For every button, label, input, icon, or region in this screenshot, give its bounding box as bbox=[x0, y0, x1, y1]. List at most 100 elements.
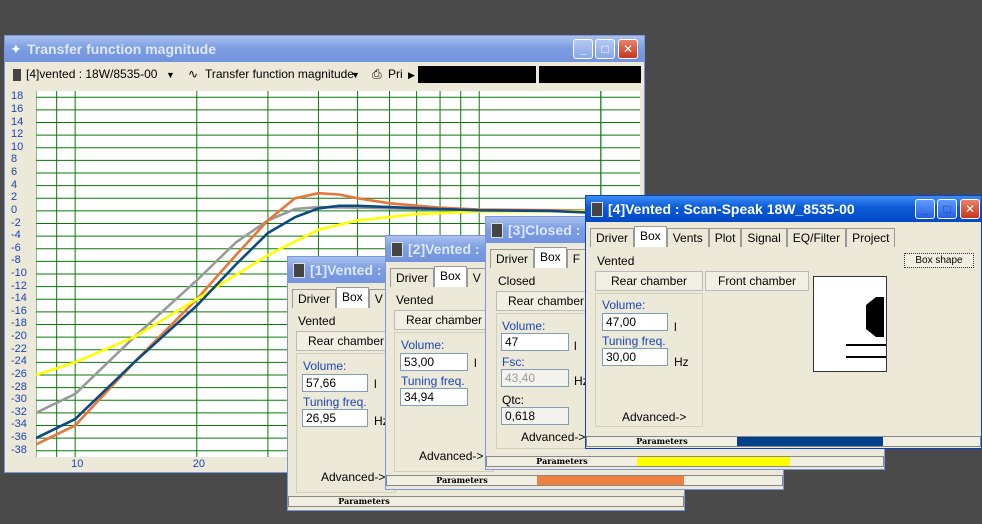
y-tick-label: -34 bbox=[11, 418, 27, 431]
close-button[interactable]: ✕ bbox=[618, 39, 638, 59]
y-tick-label: -4 bbox=[11, 229, 21, 242]
win4-title: [4]Vented : Scan-Speak 18W_8535-00 bbox=[608, 201, 855, 217]
window-icon bbox=[391, 242, 403, 257]
y-tick-label: 16 bbox=[11, 102, 24, 115]
tab-box[interactable]: Box bbox=[434, 266, 467, 287]
y-tick-label: 12 bbox=[11, 128, 24, 141]
volume-label: Volume: bbox=[602, 298, 646, 312]
win3-tabs: Driver Box F bbox=[490, 247, 587, 268]
y-tick-label: 18 bbox=[11, 90, 24, 103]
win1-tabs: Driver Box V bbox=[292, 287, 389, 308]
rear-chamber-button[interactable]: Rear chamber bbox=[296, 331, 396, 351]
win1-title: [1]Vented : bbox=[310, 262, 382, 278]
y-tick-label: -14 bbox=[11, 292, 27, 305]
parameters-bar: Parameters bbox=[486, 456, 884, 467]
rear-chamber-button[interactable]: Rear chamber bbox=[595, 271, 703, 291]
y-tick-label: -38 bbox=[11, 443, 27, 456]
volume-unit: l bbox=[474, 356, 477, 370]
maximize-button[interactable]: □ bbox=[937, 199, 957, 219]
volume-unit: l bbox=[674, 320, 677, 334]
tab-filter[interactable]: F bbox=[566, 249, 587, 268]
tab-box[interactable]: Box bbox=[534, 247, 567, 268]
tab-driver[interactable]: Driver bbox=[590, 228, 634, 247]
y-tick-label: -20 bbox=[11, 330, 27, 343]
y-tick-label: -10 bbox=[11, 267, 27, 279]
y-tick-label: -8 bbox=[11, 254, 21, 267]
tuning-label: Tuning freq. bbox=[602, 334, 666, 348]
tab-vents[interactable]: V bbox=[466, 268, 487, 287]
y-tick-label: -12 bbox=[11, 279, 27, 292]
volume-label: Volume: bbox=[502, 319, 546, 333]
box-type-label: Vented bbox=[597, 254, 635, 268]
chevron-down-icon[interactable]: ▼ bbox=[351, 70, 360, 80]
tab-signal[interactable]: Signal bbox=[741, 228, 787, 247]
box-type-label: Closed bbox=[498, 274, 536, 288]
volume-label: Volume: bbox=[401, 338, 445, 352]
volume-field[interactable]: 47,00 bbox=[602, 313, 668, 331]
maximize-button[interactable]: □ bbox=[595, 39, 615, 59]
y-tick-label: -36 bbox=[11, 431, 27, 444]
parameters-label: Parameters bbox=[636, 436, 688, 446]
win2-title: [2]Vented : bbox=[408, 241, 480, 257]
advanced-button[interactable]: Advanced-> bbox=[521, 430, 585, 444]
close-button[interactable]: ✕ bbox=[960, 199, 980, 219]
plot-select[interactable]: Transfer function magnitude bbox=[205, 67, 354, 81]
tab-box[interactable]: Box bbox=[336, 287, 369, 308]
y-tick-label: -32 bbox=[11, 405, 27, 418]
tab-vents[interactable]: Vents bbox=[666, 228, 709, 247]
box-shape-button[interactable]: Box shape bbox=[904, 253, 974, 268]
parameters-label: Parameters bbox=[338, 496, 390, 506]
driver-select[interactable]: [4]vented : 18W/8535-00 bbox=[26, 67, 157, 81]
y-tick-label: -26 bbox=[11, 367, 27, 380]
tab-box[interactable]: Box bbox=[634, 226, 667, 247]
volume-unit: l bbox=[574, 339, 577, 353]
tuning-field[interactable]: 26,95 bbox=[302, 409, 368, 427]
qtc-label: Qtc: bbox=[502, 393, 525, 407]
volume-label: Volume: bbox=[303, 359, 347, 373]
win3-title: [3]Closed : S bbox=[508, 222, 594, 238]
x-tick-label: 20 bbox=[192, 458, 206, 470]
volume-field[interactable]: 53,00 bbox=[400, 353, 468, 371]
advanced-button[interactable]: Advanced-> bbox=[419, 449, 483, 463]
tab-project[interactable]: Project bbox=[846, 228, 896, 247]
print-button[interactable]: Pri bbox=[388, 67, 403, 81]
rear-chamber-button[interactable]: Rear chamber bbox=[496, 291, 596, 311]
minimize-button[interactable]: _ bbox=[573, 39, 593, 59]
tuning-field[interactable]: 30,00 bbox=[602, 348, 668, 366]
minimize-button[interactable]: _ bbox=[915, 199, 935, 219]
box-type-label: Vented bbox=[396, 293, 434, 307]
y-tick-label: 6 bbox=[11, 166, 18, 179]
volume-field[interactable]: 57,66 bbox=[302, 374, 368, 392]
advanced-button[interactable]: Advanced-> bbox=[321, 470, 385, 484]
chevron-down-icon[interactable]: ▼ bbox=[166, 70, 175, 80]
chevron-right-icon[interactable]: ▶ bbox=[408, 70, 415, 81]
waveform-icon: ∿ bbox=[188, 67, 199, 81]
tuning-field[interactable]: 34,94 bbox=[400, 388, 468, 406]
window-icon bbox=[591, 202, 603, 217]
y-tick-label: 2 bbox=[11, 191, 18, 204]
tab-driver[interactable]: Driver bbox=[292, 289, 336, 308]
graph-title-bar[interactable]: ✦ Transfer function magnitude _ □ ✕ bbox=[5, 36, 644, 62]
advanced-button[interactable]: Advanced-> bbox=[622, 410, 686, 424]
y-tick-label: 0 bbox=[11, 203, 18, 216]
graph-toolbar: [4]vented : 18W/8535-00 ▼ ∿ Transfer fun… bbox=[8, 64, 641, 86]
fsc-label: Fsc: bbox=[502, 355, 525, 369]
y-tick-label: -18 bbox=[11, 317, 27, 330]
speaker-cone-icon bbox=[866, 297, 884, 337]
y-tick-label: -2 bbox=[11, 216, 21, 229]
tab-driver[interactable]: Driver bbox=[390, 268, 434, 287]
win4-title-bar[interactable]: [4]Vented : Scan-Speak 18W_8535-00 _ □ ✕ bbox=[586, 196, 981, 222]
status-box-1 bbox=[418, 66, 536, 83]
y-tick-label: 4 bbox=[11, 178, 18, 191]
rear-chamber-button[interactable]: Rear chamber bbox=[394, 310, 494, 330]
tab-plot[interactable]: Plot bbox=[708, 228, 742, 247]
tuning-label: Tuning freq. bbox=[303, 395, 367, 409]
volume-field[interactable]: 47 bbox=[501, 333, 569, 351]
parameters-fill bbox=[537, 476, 684, 485]
y-tick-label: -24 bbox=[11, 355, 27, 368]
tab-driver[interactable]: Driver bbox=[490, 249, 534, 268]
tab-eq-filter[interactable]: EQ/Filter bbox=[786, 228, 847, 247]
front-chamber-button[interactable]: Front chamber bbox=[705, 271, 809, 291]
parameters-label: Parameters bbox=[436, 475, 488, 485]
box-window-4[interactable]: [4]Vented : Scan-Speak 18W_8535-00 _ □ ✕… bbox=[585, 195, 982, 449]
